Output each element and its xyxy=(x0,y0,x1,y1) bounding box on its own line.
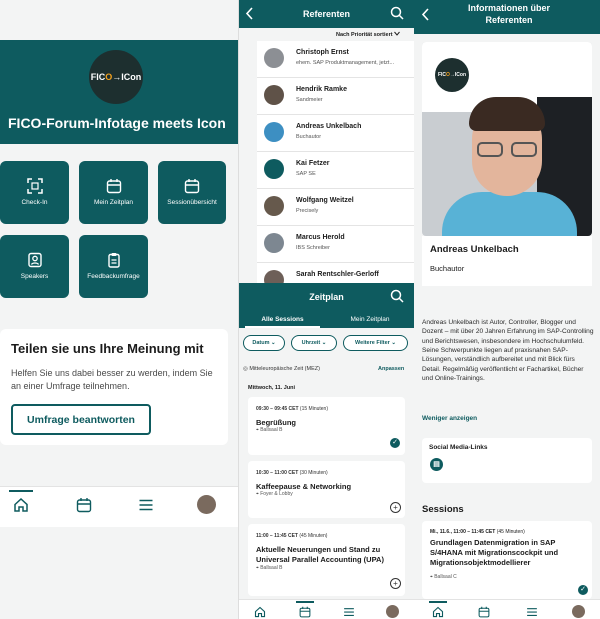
home-icon[interactable] xyxy=(432,606,444,618)
zeitplan-tabs: Alle Sessions Mein Zeitplan xyxy=(239,311,414,328)
speaker-item[interactable]: Hendrik Ramke Sandmeier xyxy=(257,78,414,115)
speaker-item[interactable]: Andreas Unkelbach Buchautor xyxy=(257,115,414,152)
day-label: Mittwoch, 11. Juni xyxy=(248,385,296,391)
added-check-icon[interactable]: ✓ xyxy=(578,585,588,595)
bottom-nav xyxy=(0,486,238,527)
filter-weitere[interactable]: Weitere Filter ⌄ xyxy=(343,335,408,351)
chevron-down-icon xyxy=(394,31,400,36)
speaker-photo xyxy=(264,48,284,68)
active-indicator xyxy=(296,601,314,603)
menu-icon[interactable] xyxy=(526,606,538,618)
speaker-detail-screen: Informationen über Referenten FIC O →ICon … xyxy=(414,0,600,619)
bottom-nav xyxy=(239,599,414,619)
feedback-card: Teilen sie uns Ihre Meinung mit Helfen S… xyxy=(0,329,228,445)
home-icon[interactable] xyxy=(13,497,29,513)
active-indicator xyxy=(9,490,33,492)
clipboard-icon xyxy=(107,252,120,268)
add-session-icon[interactable]: + xyxy=(390,502,401,513)
home-screen: FIC O →ICon FICO-Forum-Infotage meets Icon… xyxy=(0,0,238,619)
speaker-photo: FIC O →ICon xyxy=(422,42,592,236)
search-icon[interactable] xyxy=(390,6,404,20)
event-logo: FIC O →ICon xyxy=(435,58,469,92)
tile-mein-zeitplan[interactable]: Mein Zeitplan xyxy=(79,161,148,224)
location-pin-icon: ⌖ xyxy=(430,574,433,580)
added-check-icon[interactable]: ✓ xyxy=(390,438,400,448)
back-arrow-icon[interactable] xyxy=(245,7,255,20)
social-links-card: Social Media-Links ▤ xyxy=(422,438,592,483)
sort-dropdown[interactable]: Nach Priorität sortiert xyxy=(336,31,400,38)
avatar[interactable] xyxy=(386,605,399,618)
home-icon[interactable] xyxy=(254,606,266,618)
placeholder-avatar-icon xyxy=(264,159,284,179)
menu-icon[interactable] xyxy=(138,497,154,513)
location-pin-icon: ⌖ xyxy=(256,491,259,497)
filter-uhrzeit[interactable]: Uhrzeit ⌄ xyxy=(291,335,337,351)
referenten-screen: Referenten Nach Priorität sortiert Chris… xyxy=(238,0,415,619)
speaker-item[interactable]: Christoph Ernst ehem. SAP Produktmanageme… xyxy=(257,41,414,78)
feedback-heading: Teilen sie uns Ihre Meinung mit xyxy=(11,341,204,356)
feedback-text: Helfen Sie uns dabei besser zu werden, i… xyxy=(11,368,213,392)
adjust-link[interactable]: Anpassen xyxy=(378,366,404,372)
session-title: Aktuelle Neuerungen und Stand zu Univers… xyxy=(256,545,384,564)
filter-datum[interactable]: Datum ⌄ xyxy=(243,335,285,351)
calendar-icon[interactable] xyxy=(478,606,490,618)
event-title: FICO-Forum-Infotage meets Icon xyxy=(8,115,226,131)
zeitplan-header: Zeitplan xyxy=(239,283,414,311)
active-indicator xyxy=(429,601,447,603)
website-link-icon[interactable]: ▤ xyxy=(430,458,443,471)
globe-icon: ◎ xyxy=(243,366,248,372)
speaker-item[interactable]: Wolfgang Weitzel Precisely xyxy=(257,189,414,226)
speaker-photo xyxy=(264,196,284,216)
calendar-icon[interactable] xyxy=(299,606,311,618)
avatar[interactable] xyxy=(197,495,216,514)
search-icon[interactable] xyxy=(390,289,404,303)
referenten-header: Referenten xyxy=(239,0,414,28)
speaker-role: Buchautor xyxy=(430,264,465,273)
speaker-name-card: Andreas Unkelbach Buchautor xyxy=(422,236,592,286)
session-card[interactable]: Mi., 11.6., 11:00 – 11:45 CET (45 Minute… xyxy=(422,521,592,599)
session-card[interactable]: 11:00 – 11:45 CET (45 Minuten) Aktuelle … xyxy=(248,524,405,596)
speaker-photo xyxy=(264,122,284,142)
qr-scan-icon xyxy=(26,177,43,194)
timezone-label: ◎ Mitteleuropäische Zeit (MEZ) xyxy=(243,366,320,372)
tab-indicator xyxy=(245,326,320,328)
show-less-link[interactable]: Weniger anzeigen xyxy=(422,415,477,422)
speaker-photo xyxy=(264,233,284,253)
location-pin-icon: ⌖ xyxy=(256,565,259,571)
speaker-item[interactable]: Marcus Herold IBS Schreiber xyxy=(257,226,414,263)
menu-icon[interactable] xyxy=(343,606,355,618)
tile-sessionuebersicht[interactable]: Sessionübersicht xyxy=(158,161,226,224)
social-heading: Social Media-Links xyxy=(429,444,488,451)
tile-feedbackumfrage[interactable]: Feedbackumfrage xyxy=(79,235,148,298)
session-title: Grundlagen Datenmigration in SAP S/4HANA… xyxy=(430,538,559,568)
add-session-icon[interactable]: + xyxy=(390,578,401,589)
detail-title: Informationen über Referenten xyxy=(467,3,550,25)
event-logo: FIC O →ICon xyxy=(89,50,143,104)
calendar-icon[interactable] xyxy=(76,497,92,513)
survey-button[interactable]: Umfrage beantworten xyxy=(11,404,151,435)
calendar-list-icon xyxy=(184,178,200,193)
sessions-heading: Sessions xyxy=(422,504,464,515)
tab-mein-zeitplan[interactable]: Mein Zeitplan xyxy=(326,311,414,328)
speaker-photo xyxy=(264,85,284,105)
bottom-nav xyxy=(414,599,600,619)
avatar[interactable] xyxy=(572,605,585,618)
calendar-icon xyxy=(106,178,121,193)
location-pin-icon: ⌖ xyxy=(256,427,259,433)
session-card[interactable]: 10:30 – 11:00 CET (30 Minuten) Kaffeepau… xyxy=(248,461,405,518)
tile-check-in[interactable]: Check-In xyxy=(0,161,69,224)
speaker-item[interactable]: Kai Fetzer SAP SE xyxy=(257,152,414,189)
tile-speakers[interactable]: Speakers xyxy=(0,235,69,298)
back-arrow-icon[interactable] xyxy=(421,8,431,21)
session-card[interactable]: 09:30 – 09:45 CET (15 Minuten) Begrüßung… xyxy=(248,397,405,455)
speaker-badge-icon xyxy=(27,252,42,267)
speaker-bio: Andreas Unkelbach ist Autor, Controller,… xyxy=(422,319,594,383)
speaker-name: Andreas Unkelbach xyxy=(430,244,519,255)
